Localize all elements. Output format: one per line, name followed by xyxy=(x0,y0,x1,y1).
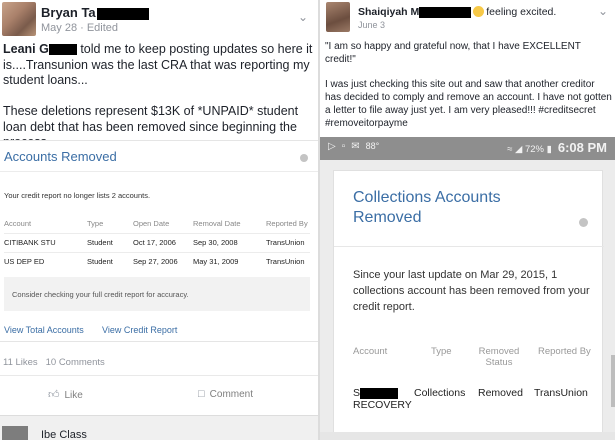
thumbs-up-icon: 👍︎ xyxy=(48,389,60,401)
chevron-down-icon[interactable]: ⌄ xyxy=(298,10,308,24)
column-header: Reported By xyxy=(266,219,308,228)
column-header: Account xyxy=(353,346,388,357)
comments-count[interactable]: 10 Comments xyxy=(46,357,105,368)
phone-status-bar: ▷▫✉88° ≈ ◢ 72% ▮ 6:08 PM xyxy=(320,137,615,160)
table-cell: TransUnion xyxy=(266,257,305,266)
chevron-down-icon[interactable]: ⌄ xyxy=(598,4,608,18)
signal-icon: ◢ xyxy=(515,144,523,155)
divider xyxy=(334,246,604,247)
notification-icons: ▷▫✉88° xyxy=(328,141,380,152)
accuracy-note: Consider checking your full credit repor… xyxy=(4,277,310,311)
comment-icon: □ xyxy=(198,388,205,400)
right-post: Shaiqiyah Mfeeling excited. June 3 ⌄ "I … xyxy=(320,0,615,440)
column-header: Removal Date xyxy=(193,219,241,228)
table-cell: TransUnion xyxy=(534,387,588,399)
feeling-text: feeling excited. xyxy=(486,6,557,18)
column-header: Account xyxy=(4,219,32,228)
post-text: Leani G told me to keep posting updates … xyxy=(3,42,313,149)
post-stats: 11 Likes 10 Comments xyxy=(3,357,105,368)
table-cell: Oct 17, 2006 xyxy=(133,238,176,247)
post-timestamp[interactable]: June 3 xyxy=(358,20,385,30)
info-icon[interactable] xyxy=(579,218,588,227)
accounts-table: Account Type Open Date Removal Date Repo… xyxy=(4,215,310,271)
info-icon[interactable] xyxy=(300,154,308,162)
tagged-name[interactable]: Leani G xyxy=(3,42,49,56)
table-cell: CITIBANK STU xyxy=(4,238,56,247)
card-summary: Your credit report no longer lists 2 acc… xyxy=(4,191,151,200)
like-button[interactable]: 👍︎ Like xyxy=(48,388,83,401)
status-right: ≈ ◢ 72% ▮ 6:08 PM xyxy=(507,140,607,155)
redaction-bar xyxy=(360,387,399,399)
author-name[interactable]: Shaiqiyah Mfeeling excited. xyxy=(358,5,557,18)
column-header: Open Date xyxy=(133,219,170,228)
author-avatar[interactable] xyxy=(2,2,36,36)
column-header: Type xyxy=(431,346,452,357)
table-cell: Sep 30, 2008 xyxy=(193,238,238,247)
column-header: Type xyxy=(87,219,104,228)
update-text: Since your last update on Mar 29, 2015, … xyxy=(353,269,590,313)
paragraph: I was just checking this site out and sa… xyxy=(325,79,612,129)
avatar[interactable] xyxy=(2,426,28,440)
accounts-removed-card: Accounts Removed Your credit report no l… xyxy=(0,140,318,342)
next-author-name[interactable]: Ibe Class xyxy=(41,429,87,440)
card-title: Accounts Removed xyxy=(4,149,117,164)
redaction-bar xyxy=(96,7,149,20)
post-text: "I am so happy and grateful now, that I … xyxy=(325,40,612,142)
bottom-nav-hint xyxy=(320,432,615,440)
divider xyxy=(0,171,318,172)
table-cell: May 31, 2009 xyxy=(193,257,239,266)
table-cell: TransUnion xyxy=(266,238,305,247)
battery-level: 72% xyxy=(524,144,544,155)
battery-icon: ▮ xyxy=(546,144,552,155)
view-credit-report-link[interactable]: View Credit Report xyxy=(102,325,177,335)
table-row: CITIBANK STU Student Oct 17, 2006 Sep 30… xyxy=(4,234,310,252)
comment-label: Comment xyxy=(209,389,254,400)
screenshot-collage: Bryan Ta May 28 · Edited ⌄ Leani G told … xyxy=(0,0,615,440)
redaction-bar xyxy=(48,44,77,56)
column-header: Removed Status xyxy=(478,346,520,368)
smiley-emoji-icon xyxy=(473,5,485,17)
status-signal: 88° xyxy=(365,141,380,151)
scrollbar[interactable] xyxy=(611,355,615,407)
likes-count[interactable]: 11 Likes xyxy=(3,357,38,368)
redaction-bar xyxy=(419,6,472,18)
table-cell: S RECOVERY xyxy=(353,387,412,411)
table-cell: Student xyxy=(87,257,113,266)
table-cell: Removed xyxy=(478,387,523,399)
table-header: Account Type Open Date Removal Date Repo… xyxy=(4,215,310,233)
wifi-icon: ≈ xyxy=(507,144,513,155)
column-header: Reported By xyxy=(538,346,591,357)
table-cell: Student xyxy=(87,238,113,247)
table-row: US DEP ED Student Sep 27, 2006 May 31, 2… xyxy=(4,253,310,271)
comment-button[interactable]: □ Comment xyxy=(198,388,253,400)
divider xyxy=(0,375,318,376)
like-label: Like xyxy=(64,390,83,401)
view-total-accounts-link[interactable]: View Total Accounts xyxy=(4,325,84,335)
table-cell: Collections xyxy=(414,387,466,399)
next-post-preview: Ibe Class xyxy=(0,415,318,440)
author-name[interactable]: Bryan Ta xyxy=(41,5,149,20)
clock: 6:08 PM xyxy=(557,140,607,155)
table-cell: US DEP ED xyxy=(4,257,45,266)
collections-removed-card: Collections Accounts Removed Since your … xyxy=(333,170,604,440)
card-title: Collections Accounts Removed xyxy=(353,189,501,226)
left-post: Bryan Ta May 28 · Edited ⌄ Leani G told … xyxy=(0,0,318,440)
author-avatar[interactable] xyxy=(326,2,350,32)
post-timestamp[interactable]: May 28 · Edited xyxy=(41,22,118,34)
table-cell: Sep 27, 2006 xyxy=(133,257,178,266)
paragraph: "I am so happy and grateful now, that I … xyxy=(325,41,581,65)
